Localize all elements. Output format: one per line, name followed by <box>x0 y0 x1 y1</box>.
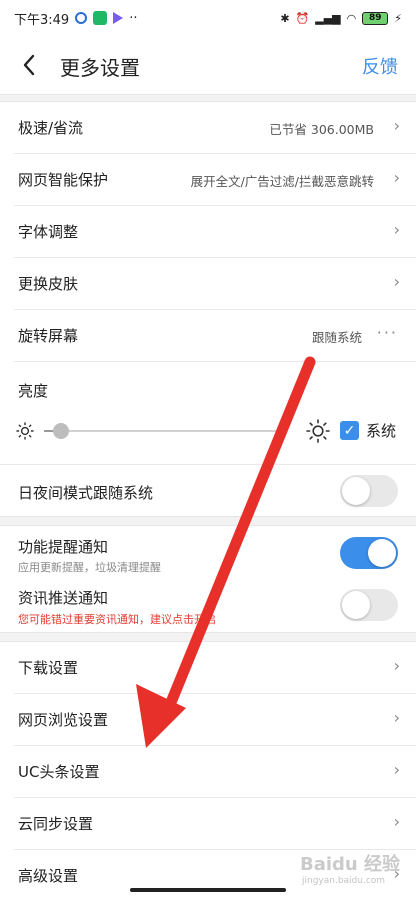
battery-icon: 89 <box>362 11 389 25</box>
watermark-url: jingyan.baidu.com <box>302 876 386 886</box>
row-value: 跟随系统 <box>311 330 362 345</box>
chevron-right-icon: › <box>393 272 400 291</box>
more-icon[interactable]: ··· <box>377 323 398 342</box>
brightness-high-icon <box>306 419 330 443</box>
news-notify-label: 资讯推送通知 <box>18 589 109 607</box>
status-time: 下午3:49 <box>14 12 70 28</box>
more-notifications: ·· <box>129 10 138 26</box>
toggle-knob <box>342 477 370 505</box>
feature-notify-toggle[interactable] <box>340 537 398 569</box>
battery-level: 89 <box>369 13 382 23</box>
row-label: 下载设置 <box>18 659 79 677</box>
row-skin[interactable]: 更换皮肤 › <box>0 258 416 310</box>
section-divider <box>0 94 416 102</box>
app-notification-icon <box>75 12 88 24</box>
wechat-notification-icon <box>93 11 108 25</box>
alarm-icon: ⏰ <box>295 11 310 25</box>
charging-icon: ⚡ <box>394 11 402 25</box>
video-notification-icon <box>113 12 124 24</box>
row-label: 高级设置 <box>18 867 79 885</box>
row-label: 网页智能保护 <box>18 171 109 189</box>
day-night-toggle[interactable] <box>340 475 398 507</box>
row-day-night: 日夜间模式跟随系统 <box>0 464 416 516</box>
feature-notify-note: 应用更新提醒，垃圾清理提醒 <box>18 561 161 574</box>
watermark: Baidu 经验 <box>300 854 401 875</box>
row-label: 旋转屏幕 <box>18 327 79 345</box>
brightness-slider[interactable] <box>44 423 280 439</box>
chevron-left-icon[interactable] <box>18 52 40 78</box>
row-font[interactable]: 字体调整 › <box>0 206 416 258</box>
feature-notify-label: 功能提醒通知 <box>18 538 109 556</box>
status-bar: 下午3:49 ·· ✱ ⏰ ▂▄▆ ◠ 89 ⚡ <box>0 0 416 36</box>
brightness-low-icon <box>16 422 34 440</box>
row-label: 字体调整 <box>18 223 79 241</box>
section-divider <box>0 632 416 642</box>
system-brightness-label: 系统 <box>366 422 397 440</box>
row-label: 网页浏览设置 <box>18 711 109 729</box>
chevron-right-icon: › <box>393 656 400 675</box>
signal-icon: ▂▄▆ <box>315 11 341 25</box>
home-indicator[interactable] <box>130 888 286 892</box>
row-label: 日夜间模式跟随系统 <box>18 484 154 502</box>
header: 更多设置 反馈 <box>0 36 416 94</box>
chevron-right-icon: › <box>393 220 400 239</box>
row-label: 云同步设置 <box>18 815 94 833</box>
section-divider <box>0 516 416 526</box>
row-smart-protect[interactable]: 网页智能保护 展开全文/广告过滤/拦截恶意跳转 › <box>0 154 416 206</box>
chevron-right-icon: › <box>393 760 400 779</box>
page-title: 更多设置 <box>60 56 140 80</box>
brightness-slider-thumb[interactable] <box>53 423 69 439</box>
row-uc-headlines[interactable]: UC头条设置 › <box>0 746 416 798</box>
row-download[interactable]: 下载设置 › <box>0 642 416 694</box>
row-label: 极速/省流 <box>18 119 84 137</box>
news-notify-toggle[interactable] <box>340 589 398 621</box>
row-rotate[interactable]: 旋转屏幕 跟随系统 ··· <box>0 310 416 362</box>
news-notify-warning: 您可能错过重要资讯通知，建议点击开启 <box>18 613 216 626</box>
chevron-right-icon: › <box>393 116 400 135</box>
toggle-knob <box>368 539 396 567</box>
feedback-button[interactable]: 反馈 <box>362 53 398 79</box>
chevron-right-icon: › <box>393 168 400 187</box>
chevron-right-icon: › <box>393 812 400 831</box>
wifi-icon: ◠ <box>346 11 357 25</box>
system-brightness-checkbox[interactable]: ✓ <box>340 421 359 440</box>
row-label: 更换皮肤 <box>18 275 79 293</box>
row-speed-saving[interactable]: 极速/省流 已节省 306.00MB › <box>0 102 416 154</box>
row-cloud-sync[interactable]: 云同步设置 › <box>0 798 416 850</box>
toggle-knob <box>342 591 370 619</box>
brightness-label: 亮度 <box>18 382 49 400</box>
row-value: 已节省 306.00MB <box>269 122 374 137</box>
row-value: 展开全文/广告过滤/拦截恶意跳转 <box>190 174 374 189</box>
separator <box>14 361 416 362</box>
bluetooth-icon: ✱ <box>280 11 290 25</box>
chevron-right-icon: › <box>393 708 400 727</box>
row-label: UC头条设置 <box>18 763 100 781</box>
row-browse[interactable]: 网页浏览设置 › <box>0 694 416 746</box>
